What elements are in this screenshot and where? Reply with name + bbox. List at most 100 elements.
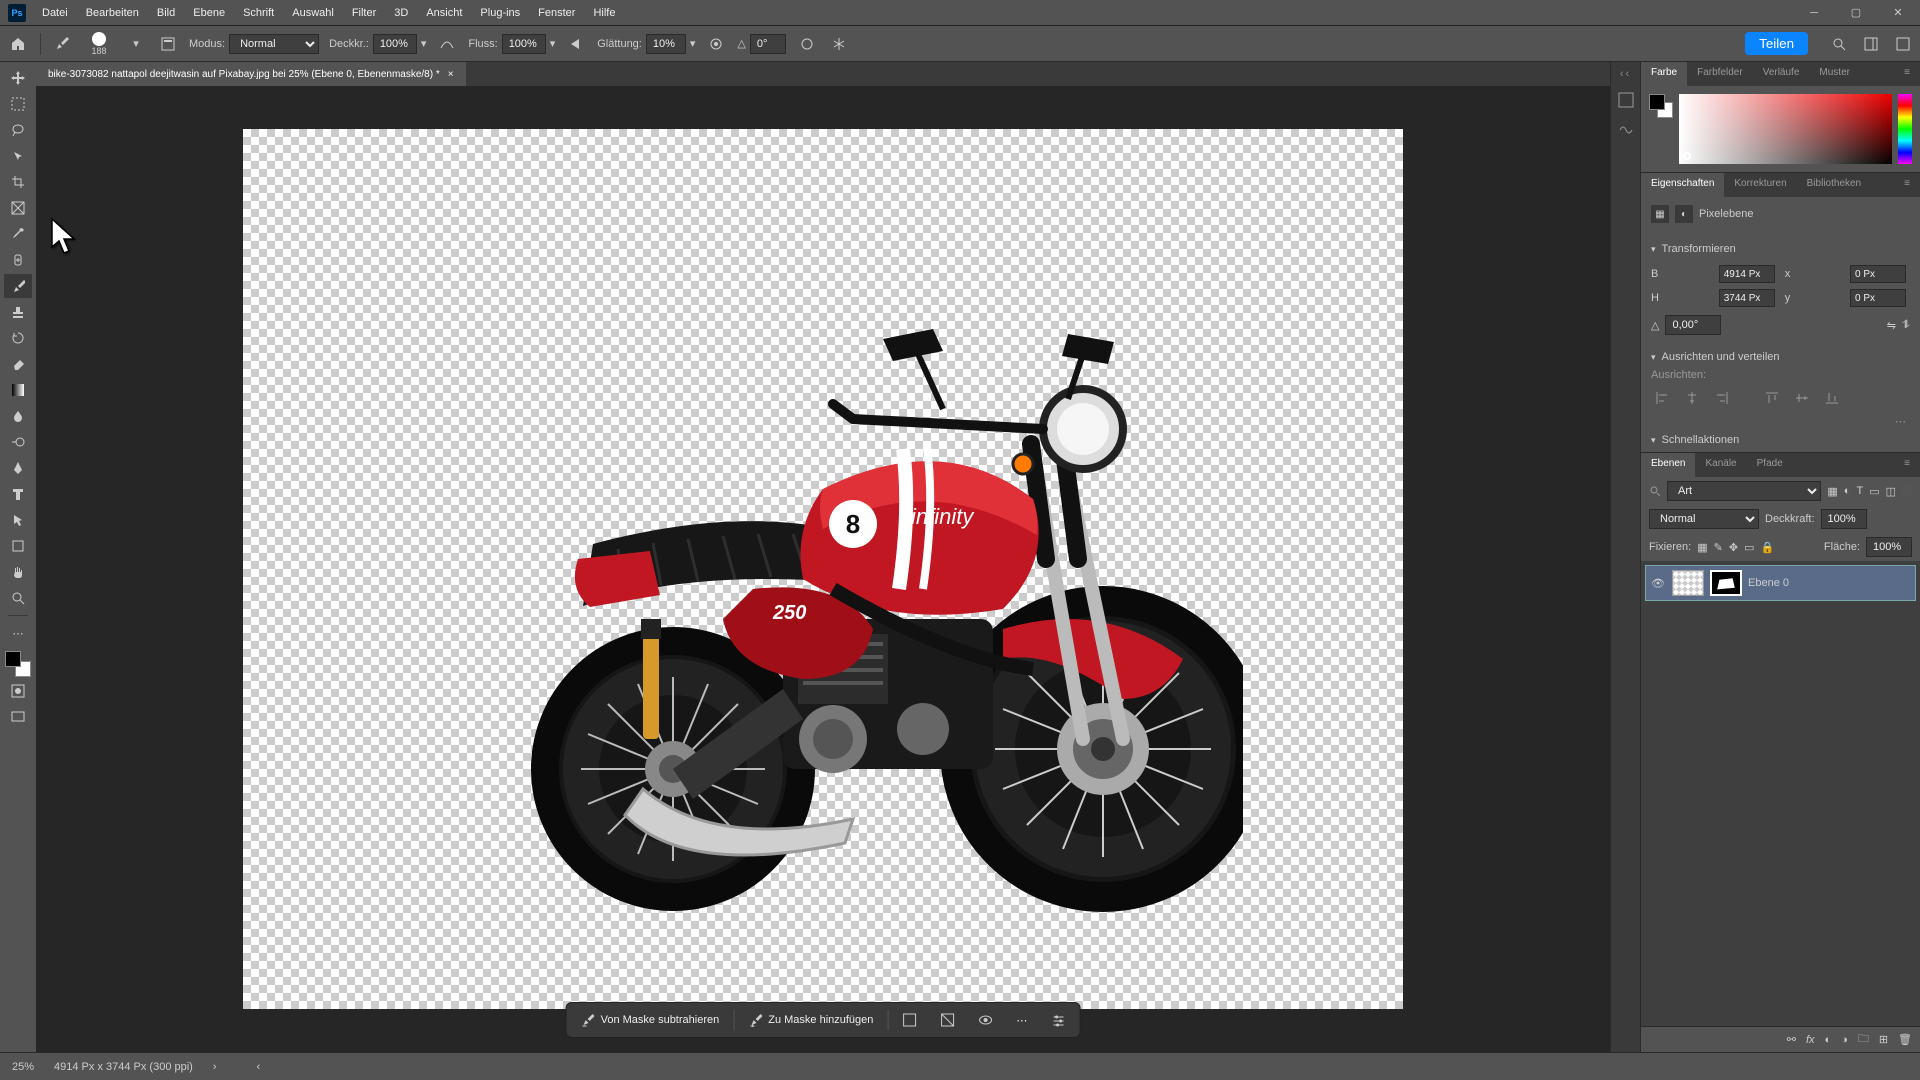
align-vcenter-icon[interactable] xyxy=(1791,387,1813,409)
maximize-icon[interactable]: ▢ xyxy=(1842,4,1870,22)
crop-tool[interactable] xyxy=(4,170,32,194)
tab-bibliotheken[interactable]: Bibliotheken xyxy=(1797,173,1871,197)
search-icon[interactable] xyxy=(1828,33,1850,55)
tab-pfade[interactable]: Pfade xyxy=(1747,453,1793,477)
brush-preview[interactable]: 188 xyxy=(83,28,115,60)
menu-bild[interactable]: Bild xyxy=(149,4,183,22)
frame-tool[interactable] xyxy=(4,196,32,220)
dodge-tool[interactable] xyxy=(4,430,32,454)
mask-more-icon[interactable]: ⋯ xyxy=(1006,1008,1037,1033)
tab-verlaeufe[interactable]: Verläufe xyxy=(1753,62,1810,86)
menu-plugins[interactable]: Plug-ins xyxy=(472,4,528,22)
layer-name[interactable]: Ebene 0 xyxy=(1748,577,1789,589)
panel-menu-icon[interactable]: ≡ xyxy=(1894,453,1920,477)
x-input[interactable] xyxy=(1850,265,1906,283)
layer-fill-input[interactable] xyxy=(1866,537,1912,557)
panel-menu-icon[interactable]: ≡ xyxy=(1894,62,1920,86)
dock-expand-icon[interactable]: ‹‹ xyxy=(1620,68,1631,80)
chevron-down-icon[interactable]: ▾ xyxy=(690,37,696,50)
y-input[interactable] xyxy=(1850,289,1906,307)
panel-menu-icon[interactable]: ≡ xyxy=(1894,173,1920,197)
lock-artboard-icon[interactable]: ▭ xyxy=(1744,541,1754,554)
quick-mask-icon[interactable] xyxy=(4,679,32,703)
tab-korrekturen[interactable]: Korrekturen xyxy=(1724,173,1796,197)
path-select-tool[interactable] xyxy=(4,508,32,532)
group-icon[interactable]: 🗀 xyxy=(1858,1030,1869,1049)
tab-eigenschaften[interactable]: Eigenschaften xyxy=(1641,173,1724,197)
fx-icon[interactable]: fx xyxy=(1806,1034,1815,1046)
modus-select[interactable]: Normal xyxy=(229,34,319,54)
smoothing-input[interactable] xyxy=(646,34,686,54)
filter-type-icon[interactable]: T xyxy=(1856,485,1863,497)
menu-fenster[interactable]: Fenster xyxy=(530,4,583,22)
tab-farbfelder[interactable]: Farbfelder xyxy=(1687,62,1753,86)
opacity-input[interactable] xyxy=(373,34,417,54)
flip-vertical-icon[interactable]: ⥮ xyxy=(1902,319,1910,332)
lock-position-icon[interactable]: ✥ xyxy=(1729,541,1738,554)
status-chevron-icon[interactable]: › xyxy=(213,1061,217,1073)
tab-ebenen[interactable]: Ebenen xyxy=(1641,453,1695,477)
share-button[interactable]: Teilen xyxy=(1745,32,1808,55)
align-left-icon[interactable] xyxy=(1651,387,1673,409)
tab-muster[interactable]: Muster xyxy=(1809,62,1860,86)
menu-bearbeiten[interactable]: Bearbeiten xyxy=(78,4,147,22)
canvas-area[interactable]: 8 infinity 250 Von Maske subtrahieren xyxy=(36,86,1610,1052)
quick-select-tool[interactable] xyxy=(4,144,32,168)
close-icon[interactable]: ✕ xyxy=(1884,4,1912,22)
mask-option-1-icon[interactable] xyxy=(892,1007,926,1033)
menu-filter[interactable]: Filter xyxy=(344,4,384,22)
brush-tool[interactable] xyxy=(4,274,32,298)
align-bottom-icon[interactable] xyxy=(1821,387,1843,409)
blend-mode-select[interactable]: Normal xyxy=(1649,509,1759,529)
subtract-from-mask-button[interactable]: Von Maske subtrahieren xyxy=(571,1007,730,1033)
menu-ansicht[interactable]: Ansicht xyxy=(418,4,470,22)
tab-kanaele[interactable]: Kanäle xyxy=(1695,453,1746,477)
status-prev-icon[interactable]: ‹ xyxy=(257,1061,261,1073)
filter-pixel-icon[interactable]: ▦ xyxy=(1827,485,1837,498)
filter-shape-icon[interactable]: ▭ xyxy=(1869,485,1879,498)
history-brush-tool[interactable] xyxy=(4,326,32,350)
height-input[interactable] xyxy=(1719,289,1775,307)
lock-pixels-icon[interactable]: ✎ xyxy=(1714,541,1723,554)
healing-tool[interactable] xyxy=(4,248,32,272)
menu-hilfe[interactable]: Hilfe xyxy=(585,4,623,22)
lock-transparent-icon[interactable]: ▦ xyxy=(1697,541,1707,554)
minimize-icon[interactable]: ─ xyxy=(1800,4,1828,22)
brush-panel-icon[interactable] xyxy=(157,33,179,55)
home-icon[interactable] xyxy=(6,32,30,56)
zoom-level[interactable]: 25% xyxy=(12,1061,34,1073)
section-quickactions[interactable]: ▾Schnellaktionen xyxy=(1641,428,1920,452)
eraser-tool[interactable] xyxy=(4,352,32,376)
layer-filter-select[interactable]: Art xyxy=(1667,481,1821,501)
brush-tool-icon[interactable] xyxy=(51,33,73,55)
screen-mode-icon[interactable] xyxy=(4,705,32,729)
recall-icon[interactable] xyxy=(1892,33,1914,55)
layer-row[interactable]: 👁 Ebene 0 xyxy=(1645,565,1916,601)
filter-adjust-icon[interactable]: ◐ xyxy=(1844,485,1851,497)
layer-opacity-input[interactable] xyxy=(1821,509,1867,529)
hand-tool[interactable] xyxy=(4,560,32,584)
gradient-tool[interactable] xyxy=(4,378,32,402)
filter-smart-icon[interactable]: ◫ xyxy=(1886,485,1896,498)
smoothing-gear-icon[interactable] xyxy=(705,33,727,55)
lasso-tool[interactable] xyxy=(4,118,32,142)
width-input[interactable] xyxy=(1719,265,1775,283)
add-to-mask-button[interactable]: Zu Maske hinzufügen xyxy=(738,1007,883,1033)
menu-auswahl[interactable]: Auswahl xyxy=(284,4,342,22)
hue-slider[interactable] xyxy=(1898,94,1912,164)
section-align[interactable]: ▾Ausrichten und verteilen xyxy=(1641,345,1920,369)
new-layer-icon[interactable]: ⊞ xyxy=(1879,1033,1888,1046)
more-align-icon[interactable]: ⋯ xyxy=(1641,415,1920,428)
menu-schrift[interactable]: Schrift xyxy=(235,4,282,22)
pressure-opacity-icon[interactable] xyxy=(436,33,458,55)
angle-input[interactable] xyxy=(750,34,786,54)
close-tab-icon[interactable]: × xyxy=(448,69,454,80)
mask-preview-icon[interactable] xyxy=(968,1007,1002,1033)
menu-datei[interactable]: Datei xyxy=(34,4,76,22)
delete-icon[interactable]: 🗑 xyxy=(1898,1033,1912,1046)
layer-mask-thumbnail[interactable] xyxy=(1710,570,1742,596)
type-tool[interactable] xyxy=(4,482,32,506)
workspace-icon[interactable] xyxy=(1860,33,1882,55)
filter-toggle[interactable] xyxy=(1902,484,1912,498)
menu-ebene[interactable]: Ebene xyxy=(185,4,233,22)
